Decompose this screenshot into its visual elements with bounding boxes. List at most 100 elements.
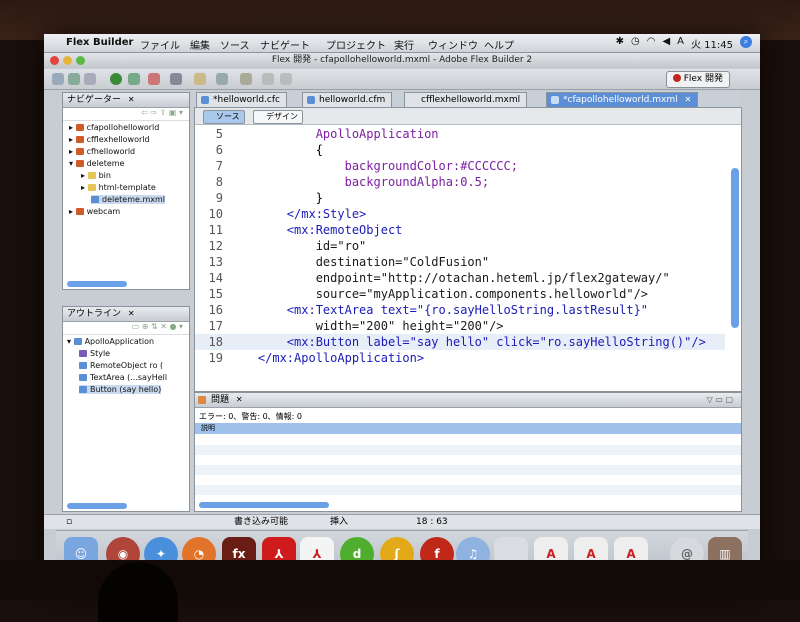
menubar-clock[interactable]: 火 11:45 (691, 36, 733, 51)
problems-column-description[interactable]: 説明 (195, 423, 741, 434)
flex-icon (672, 74, 681, 82)
editor-vscrollbar[interactable] (731, 168, 739, 328)
profile-icon[interactable] (148, 73, 160, 85)
tree-item-deleteme-mxml[interactable]: deleteme.mxml (91, 195, 166, 204)
line-number: 8 (215, 175, 223, 189)
menu-file[interactable]: ファイル (140, 37, 180, 52)
zoom-window-button[interactable] (76, 56, 85, 65)
outline-item-label: Style (90, 349, 111, 358)
menu-run[interactable]: 実行 (394, 37, 414, 52)
menu-navigate[interactable]: ナビゲート (260, 37, 310, 52)
search-icon[interactable] (170, 73, 182, 85)
menu-window[interactable]: ウィンドウ (428, 37, 478, 52)
window-titlebar: Flex 開発 - cfapollohelloworld.mxml - Adob… (44, 53, 760, 68)
component-icon (79, 386, 87, 393)
tree-item-label: html-template (98, 183, 156, 192)
tab-label: *helloworld.cfc (213, 95, 280, 105)
code-area[interactable]: 5 ApolloApplication 6 { 7 backgroundColo… (195, 126, 725, 388)
print-icon[interactable] (84, 73, 96, 85)
menu-project[interactable]: プロジェクト (326, 37, 386, 52)
wifi-icon[interactable]: ◠ (647, 36, 656, 51)
menu-source[interactable]: ソース (220, 37, 250, 52)
app-menu[interactable]: Flex Builder (66, 37, 133, 48)
outline-panel: アウトライン ✕ ▭ ⊕ ⇅ ✕ ● ▾ ▾ ApolloApplication… (62, 306, 190, 512)
code-line: 16 <mx:TextArea text="{ro.sayHelloString… (195, 302, 725, 318)
code-line: 13 destination="ColdFusion" (195, 254, 725, 270)
next-annotation-icon[interactable] (216, 73, 228, 85)
outline-item-remoteobject[interactable]: RemoteObject ro ( (79, 361, 163, 370)
status-icon: ▫ (66, 517, 73, 527)
tree-item-label: cfhelloworld (86, 147, 136, 156)
bluetooth-icon[interactable]: ✱ (616, 36, 624, 51)
style-icon (79, 350, 87, 357)
outline-item-apolloapplication[interactable]: ▾ ApolloApplication (67, 337, 154, 346)
design-mode-button[interactable]: デザイン (253, 110, 303, 124)
menubar-extras: ✱ ◷ ◠ ◀ A 火 11:45 ⌕ (616, 36, 752, 51)
mxml-file-icon (409, 96, 417, 104)
perspective-switcher[interactable]: Flex 開発 (665, 71, 730, 88)
navigator-hscrollbar[interactable] (67, 281, 127, 287)
tree-item-html-template[interactable]: ▸ html-template (81, 183, 156, 192)
volume-icon[interactable]: ◀ (662, 36, 670, 51)
project-icon (75, 136, 84, 143)
design-mode-label: デザイン (266, 112, 298, 121)
line-text: <mx:Button label="say hello" click="ro.s… (229, 335, 706, 349)
menu-edit[interactable]: 編集 (190, 37, 210, 52)
outline-item-label: TextArea (...sayHell (90, 373, 168, 382)
line-text: width="200" height="200"/> (229, 319, 504, 333)
outline-item-style[interactable]: Style (79, 349, 110, 358)
tab-helloworld-cfc[interactable]: *helloworld.cfc (196, 92, 287, 107)
tree-item-cfapollohelloworld[interactable]: ▸ cfapollohelloworld (69, 123, 159, 132)
editor-mode-bar: ソース デザイン (195, 108, 741, 125)
code-line: 11 <mx:RemoteObject (195, 222, 725, 238)
tab-close-icon[interactable]: ✕ (684, 95, 691, 104)
close-window-button[interactable] (50, 56, 59, 65)
tree-item-cfhelloworld[interactable]: ▸ cfhelloworld (69, 147, 135, 156)
spotlight-icon[interactable]: ⌕ (740, 36, 752, 48)
prev-annotation-icon[interactable] (240, 73, 252, 85)
code-line: 9 } (195, 190, 725, 206)
problems-close-icon[interactable]: ✕ (236, 395, 243, 404)
problems-view-menu-icon[interactable]: ▽ ▭ ▢ (707, 393, 733, 407)
table-row (195, 445, 741, 455)
problems-hscrollbar[interactable] (199, 502, 329, 508)
forward-icon[interactable] (280, 73, 292, 85)
problems-header: 問題 ✕ ▽ ▭ ▢ (195, 393, 741, 408)
tree-item-deleteme[interactable]: ▾ deleteme (69, 159, 124, 168)
input-method-icon[interactable]: A (677, 36, 684, 51)
tab-cfapollohelloworld-mxml[interactable]: *cfapollohelloworld.mxml ✕ (546, 92, 699, 107)
menu-help[interactable]: ヘルプ (484, 37, 514, 52)
outline-item-button[interactable]: Button (say hello) (79, 385, 162, 394)
outline-close-icon[interactable]: ✕ (128, 309, 135, 318)
tree-item-label: cfflexhelloworld (86, 135, 150, 144)
problems-panel: 問題 ✕ ▽ ▭ ▢ エラー: 0、警告: 0、情報: 0 説明 (194, 392, 742, 512)
perspective-label: Flex 開発 (683, 74, 723, 84)
line-number: 16 (208, 303, 223, 317)
save-icon[interactable] (68, 73, 80, 85)
project-icon (75, 160, 84, 167)
code-editor[interactable]: ソース デザイン 5 ApolloApplication 6 { 7 backg… (194, 107, 742, 392)
menubar: Flex Builder ファイル 編集 ソース ナビゲート プロジェクト 実行… (44, 34, 760, 53)
line-number: 5 (215, 127, 223, 141)
tab-cfflexhelloworld-mxml[interactable]: cfflexhelloworld.mxml (404, 92, 528, 107)
debug-icon[interactable] (128, 73, 140, 85)
tab-label: *cfapollohelloworld.mxml (563, 95, 678, 105)
status-cursor-position: 18 : 63 (416, 517, 448, 527)
tree-item-bin[interactable]: ▸ bin (81, 171, 111, 180)
new-icon[interactable] (52, 73, 64, 85)
tab-helloworld-cfm[interactable]: helloworld.cfm (302, 92, 393, 107)
tree-item-webcam[interactable]: ▸ webcam (69, 207, 120, 216)
minimize-window-button[interactable] (63, 56, 72, 65)
tree-item-cfflexhelloworld[interactable]: ▸ cfflexhelloworld (69, 135, 150, 144)
outline-title: アウトライン (67, 309, 122, 319)
run-icon[interactable] (110, 73, 122, 85)
line-number: 12 (208, 239, 223, 253)
back-icon[interactable] (262, 73, 274, 85)
outline-hscrollbar[interactable] (67, 503, 127, 509)
annotation-icon[interactable] (194, 73, 206, 85)
line-number: 15 (208, 287, 223, 301)
time-machine-icon[interactable]: ◷ (631, 36, 640, 51)
source-mode-button[interactable]: ソース (203, 110, 245, 124)
navigator-close-icon[interactable]: ✕ (128, 95, 135, 104)
outline-item-textarea[interactable]: TextArea (...sayHell (79, 373, 167, 382)
